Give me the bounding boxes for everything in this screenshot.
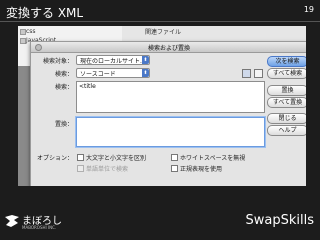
checkbox[interactable] [77, 154, 84, 161]
search-target-label: 検索対象： [42, 58, 73, 65]
dialog-title: 検索および置換 [147, 45, 190, 52]
find-next-button[interactable]: 次を検索 [267, 56, 306, 67]
replace-button[interactable]: 置換 [267, 85, 306, 96]
maboroshi-logo-subtext: MABOROSHI INC. [22, 225, 57, 230]
options-label: オプション： [36, 155, 73, 162]
replace-all-button[interactable]: すべて置換 [267, 97, 306, 108]
search-type-value: ソースコード [80, 71, 116, 78]
swapskills-brand: SwapSkills [245, 213, 315, 228]
option-label: 単語単位で検索 [86, 166, 129, 173]
close-button[interactable]: 閉じる [267, 113, 306, 124]
find-label: 検索： [54, 84, 73, 91]
load-query-folder-icon[interactable] [242, 69, 251, 78]
replace-textarea[interactable] [76, 117, 265, 147]
option-label: ホワイトスペースを無視 [180, 155, 246, 162]
option-label: 大文字と小文字を区別 [86, 155, 147, 162]
background-panel-label: 関連ファイル [145, 29, 182, 36]
help-button[interactable]: ヘルプ [267, 125, 306, 136]
chevron-updown-icon: ⬍ [142, 56, 149, 64]
dialog-titlebar: 検索および置換 [31, 42, 306, 53]
search-target-value: 現在のローカルサイト... [80, 58, 146, 65]
search-type-label: 検索： [54, 71, 73, 78]
checkbox[interactable] [171, 165, 178, 172]
maboroshi-logo-mark-icon [5, 215, 19, 227]
replace-label: 置換： [54, 121, 73, 128]
title-divider [0, 21, 320, 22]
option-label: 正規表現を使用 [180, 166, 223, 173]
search-type-select[interactable]: ソースコード ⬍ [76, 68, 150, 78]
app-screenshot: css JavaScript 関連ファイル 検索および置換 検索対象： 現在のロ… [18, 26, 306, 186]
find-all-button[interactable]: すべて検索 [267, 68, 306, 79]
save-query-disk-icon[interactable] [254, 69, 263, 78]
slide-title: 変換する XML [6, 6, 84, 20]
find-text: <title [79, 83, 96, 90]
find-replace-dialog: 検索および置換 検索対象： 現在のローカルサイト... ⬍ 検索： ソースコード… [30, 41, 306, 186]
checkbox [77, 165, 84, 172]
find-textarea[interactable]: <title [76, 81, 265, 113]
search-target-select[interactable]: 現在のローカルサイト... ⬍ [76, 55, 150, 65]
checkbox[interactable] [171, 154, 178, 161]
file-item[interactable]: css [26, 28, 36, 35]
chevron-updown-icon: ⬍ [142, 69, 149, 77]
page-number: 19 [303, 5, 314, 14]
